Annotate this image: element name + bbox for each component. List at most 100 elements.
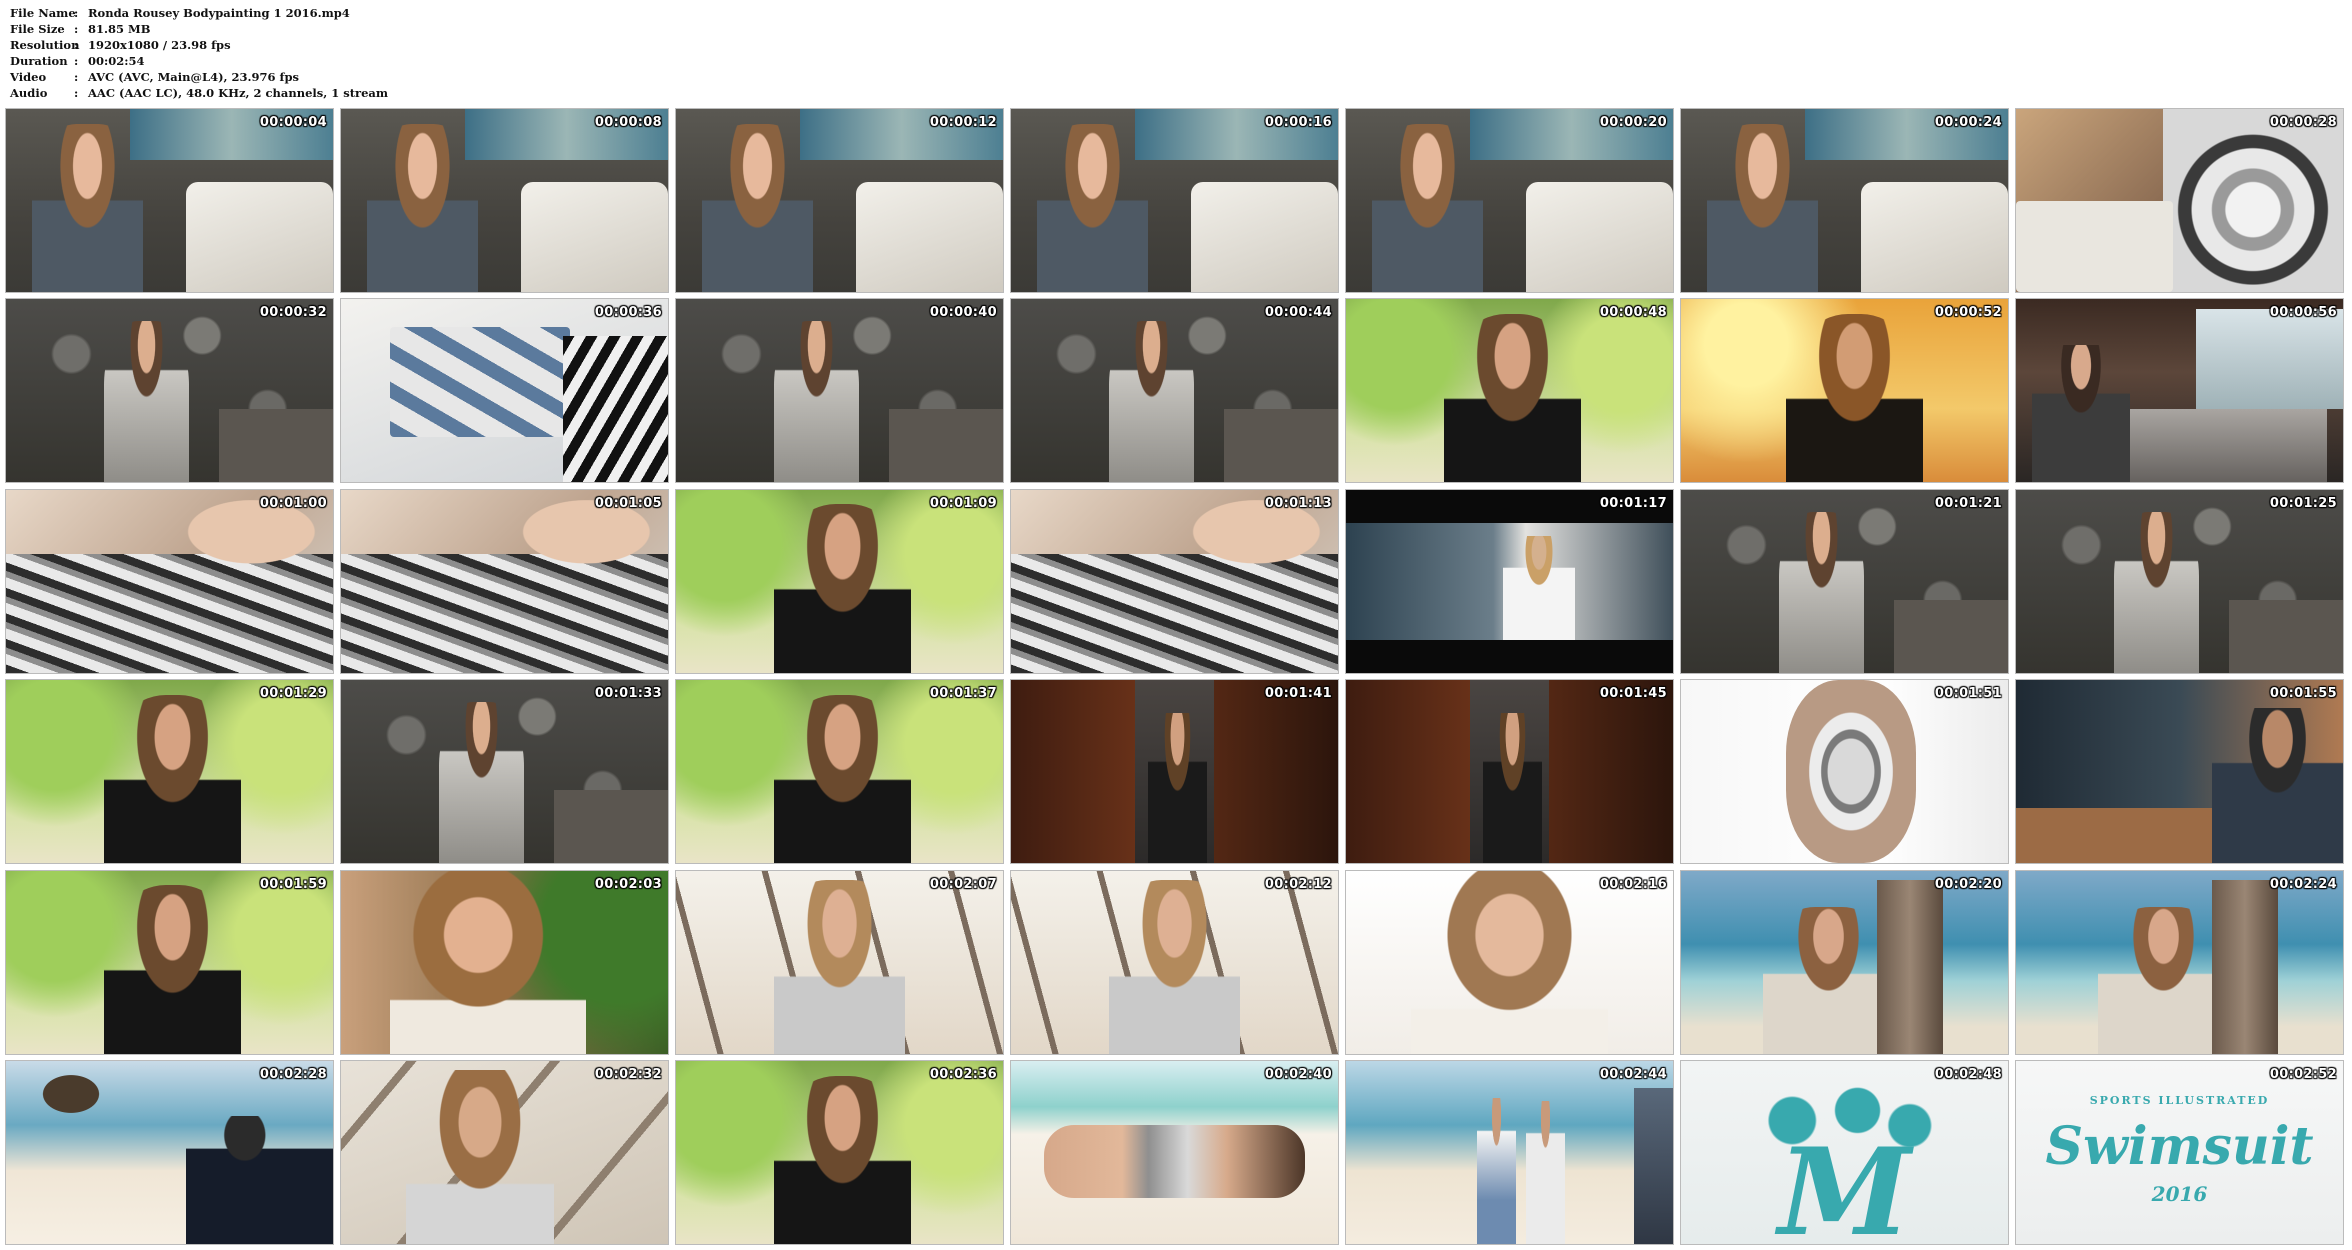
- thumbnail-image: [6, 109, 333, 292]
- info-value: AVC (AVC, Main@L4), 23.976 fps: [88, 70, 299, 84]
- video-thumbnail: 00:01:55: [2015, 679, 2344, 865]
- thumbnail-timestamp: 00:00:56: [2269, 305, 2337, 321]
- thumbnail-timestamp: 00:02:48: [1934, 1066, 2002, 1082]
- thumbnail-image: [341, 680, 668, 864]
- info-separator: :: [74, 70, 79, 84]
- thumbnail-timestamp: 00:02:32: [594, 1066, 662, 1082]
- info-value: AAC (AAC LC), 48.0 KHz, 2 channels, 1 st…: [88, 86, 389, 100]
- video-thumbnail: 00:02:07: [675, 869, 1004, 1055]
- info-value: 1920x1080 / 23.98 fps: [88, 38, 231, 52]
- logo-brand: SPORTS ILLUSTRATED: [2089, 1093, 2270, 1107]
- thumbnail-image: [1011, 109, 1338, 292]
- thumbnail-timestamp: 00:00:28: [2269, 115, 2337, 130]
- video-thumbnail: 00:02:03: [340, 869, 669, 1055]
- thumbnail-image: [1011, 870, 1338, 1054]
- thumbnail-timestamp: 00:02:03: [594, 876, 662, 892]
- video-thumbnail: 00:00:04: [5, 108, 334, 293]
- thumbnail-image: [2016, 680, 2343, 864]
- thumbnail-timestamp: 00:00:24: [1934, 115, 2002, 130]
- thumbnail-timestamp: 00:01:51: [1934, 686, 2002, 702]
- thumbnail-image: [1011, 680, 1338, 864]
- video-thumbnail: 00:01:51: [1680, 679, 2009, 865]
- thumbnail-image: [2016, 109, 2343, 292]
- thumbnail-image: [676, 1060, 1003, 1244]
- thumbnail-timestamp: 00:02:36: [929, 1066, 997, 1082]
- thumbnail-timestamp: 00:02:20: [1934, 876, 2002, 892]
- thumbnail-image: [2016, 870, 2343, 1054]
- thumbnail-grid: 00:00:04 00:00:08 00:00:12 00:00:16 00:00:20…: [5, 108, 2346, 1245]
- logo-year: 2016: [2151, 1181, 2208, 1206]
- thumbnail-timestamp: 00:00:44: [1264, 305, 1332, 321]
- thumbnail-timestamp: 00:00:16: [1264, 115, 1332, 130]
- info-value: 81.85 MB: [88, 22, 151, 36]
- thumbnail-timestamp: 00:00:32: [259, 305, 327, 321]
- thumbnail-image: [6, 489, 333, 673]
- thumbnail-timestamp: 00:00:40: [929, 305, 997, 321]
- thumbnail-timestamp: 00:01:13: [1264, 495, 1332, 511]
- thumbnail-timestamp: 00:00:04: [259, 115, 327, 130]
- video-thumbnail: 00:02:44: [1345, 1059, 1674, 1245]
- info-key: Video: [10, 70, 47, 84]
- thumbnail-image: [2016, 299, 2343, 483]
- thumbnail-timestamp: 00:01:17: [1599, 495, 1667, 511]
- info-key: File Size: [10, 22, 65, 36]
- video-thumbnail: 00:00:12: [675, 108, 1004, 293]
- thumbnail-timestamp: 00:01:21: [1934, 495, 2002, 511]
- info-row: File Name : Ronda Rousey Bodypainting 1 …: [10, 5, 388, 21]
- video-thumbnail: 00:02:16: [1345, 869, 1674, 1055]
- thumbnail-image: [676, 299, 1003, 483]
- video-thumbnail: 00:02:20: [1680, 869, 2009, 1055]
- thumbnail-image: [1346, 1060, 1673, 1244]
- video-thumbnail: 00:00:20: [1345, 108, 1674, 293]
- thumbnail-image: [676, 680, 1003, 864]
- thumbnail-timestamp: 00:02:52: [2269, 1066, 2337, 1082]
- thumbnail-timestamp: 00:02:28: [259, 1066, 327, 1082]
- file-info-panel: File Name : Ronda Rousey Bodypainting 1 …: [10, 5, 388, 101]
- video-thumbnail: 00:01:45: [1345, 679, 1674, 865]
- logo-title: Swimsuit: [2045, 1115, 2314, 1177]
- thumbnail-image: [341, 299, 668, 483]
- thumbnail-image: [6, 680, 333, 864]
- thumbnail-image: [341, 870, 668, 1054]
- thumbnail-timestamp: 00:00:52: [1934, 305, 2002, 321]
- video-thumbnail: 00:01:13: [1010, 488, 1339, 674]
- thumbnail-image: [2016, 489, 2343, 673]
- video-thumbnail: 00:00:08: [340, 108, 669, 293]
- thumbnail-timestamp: 00:01:41: [1264, 686, 1332, 702]
- thumbnail-image: [341, 109, 668, 292]
- video-thumbnail: 00:01:29: [5, 679, 334, 865]
- thumbnail-timestamp: 00:01:37: [929, 686, 997, 702]
- thumbnail-image: [341, 489, 668, 673]
- info-row: Resolution : 1920x1080 / 23.98 fps: [10, 37, 388, 53]
- video-thumbnail: 00:00:36: [340, 298, 669, 484]
- thumbnail-image: [676, 109, 1003, 292]
- info-row: Audio : AAC (AAC LC), 48.0 KHz, 2 channe…: [10, 85, 388, 101]
- thumbnail-image: [1681, 870, 2008, 1054]
- info-key: Duration: [10, 54, 68, 68]
- video-thumbnail: 00:01:05: [340, 488, 669, 674]
- info-row: Video : AVC (AVC, Main@L4), 23.976 fps: [10, 69, 388, 85]
- video-thumbnail: 00:01:00: [5, 488, 334, 674]
- thumbnail-timestamp: 00:01:45: [1599, 686, 1667, 702]
- video-thumbnail: 00:02:12: [1010, 869, 1339, 1055]
- video-thumbnail: 00:02:32: [340, 1059, 669, 1245]
- video-thumbnail: 00:01:41: [1010, 679, 1339, 865]
- video-thumbnail: 00:00:40: [675, 298, 1004, 484]
- video-thumbnail: 00:00:56: [2015, 298, 2344, 484]
- video-thumbnail: 00:00:24: [1680, 108, 2009, 293]
- thumbnail-timestamp: 00:01:00: [259, 495, 327, 511]
- video-thumbnail: 00:00:48: [1345, 298, 1674, 484]
- thumbnail-image: [1346, 489, 1673, 673]
- info-separator: :: [74, 22, 79, 36]
- thumbnail-timestamp: 00:01:29: [259, 686, 327, 702]
- thumbnail-timestamp: 00:02:16: [1599, 876, 1667, 892]
- video-thumbnail: 00:01:25: [2015, 488, 2344, 674]
- thumbnail-image: [676, 489, 1003, 673]
- thumbnail-timestamp: 00:00:08: [594, 115, 662, 130]
- info-value: Ronda Rousey Bodypainting 1 2016.mp4: [88, 6, 350, 20]
- video-thumbnail: 00:01:09: [675, 488, 1004, 674]
- info-separator: :: [74, 54, 79, 68]
- info-key: Resolution: [10, 38, 80, 52]
- thumbnail-timestamp: 00:00:20: [1599, 115, 1667, 130]
- thumbnail-image: [1011, 1060, 1338, 1244]
